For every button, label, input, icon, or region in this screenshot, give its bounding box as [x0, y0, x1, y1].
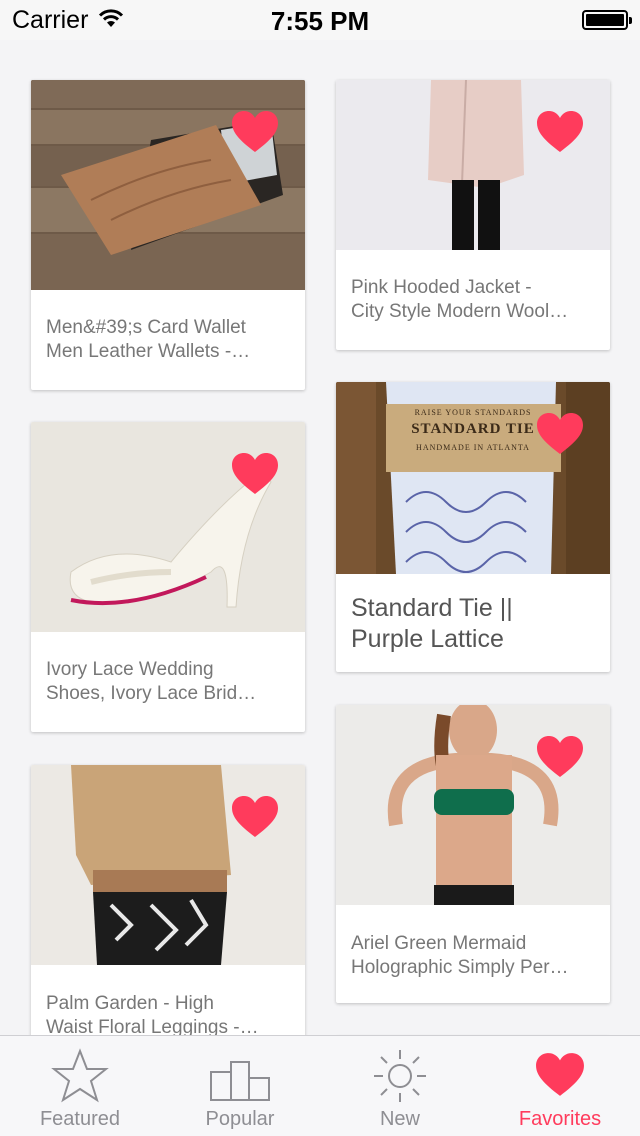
tab-favorites[interactable]: Favorites: [480, 1036, 640, 1136]
product-title: Pink Hooded Jacket - City Style Modern W…: [351, 277, 569, 322]
product-card[interactable]: Ariel Green Mermaid Holographic Simply P…: [336, 705, 610, 1003]
tab-new[interactable]: New: [320, 1036, 480, 1136]
heart-icon[interactable]: [231, 795, 279, 839]
product-feed[interactable]: Men&#39;s Card Wallet Men Leather Wallet…: [0, 40, 640, 1036]
heart-icon[interactable]: [536, 412, 584, 456]
product-title: Standard Tie || Purple Lattice: [351, 594, 513, 653]
tab-label: Popular: [205, 1108, 275, 1130]
star-icon: [51, 1048, 109, 1103]
heart-icon[interactable]: [536, 735, 584, 779]
product-card[interactable]: Men&#39;s Card Wallet Men Leather Wallet…: [31, 80, 305, 390]
status-bar: Carrier 7:55 PM: [0, 0, 640, 40]
sun-icon: [374, 1050, 426, 1102]
product-image[interactable]: [336, 705, 610, 905]
product-card[interactable]: Pink Hooded Jacket - City Style Modern W…: [336, 80, 610, 350]
product-title: Men&#39;s Card Wallet Men Leather Wallet…: [46, 317, 251, 362]
tie-label: RAISE YOUR STANDARDS STANDARD TIE HANDMA…: [411, 408, 535, 452]
heart-icon[interactable]: [231, 452, 279, 496]
product-title: Ariel Green Mermaid Holographic Simply P…: [351, 933, 569, 978]
tab-featured[interactable]: Featured: [0, 1036, 160, 1136]
product-image[interactable]: [31, 765, 305, 965]
clock: 7:55 PM: [270, 6, 370, 36]
heart-icon: [536, 1053, 584, 1096]
product-image[interactable]: [336, 80, 610, 250]
tab-bar: Featured Popular New Favorites: [0, 1035, 640, 1136]
tab-popular[interactable]: Popular: [160, 1036, 320, 1136]
tab-label: Featured: [39, 1108, 121, 1130]
heart-icon[interactable]: [536, 110, 584, 154]
podium-icon: [210, 1061, 270, 1101]
product-card[interactable]: Ivory Lace Wedding Shoes, Ivory Lace Bri…: [31, 422, 305, 732]
product-card[interactable]: RAISE YOUR STANDARDS STANDARD TIE HANDMA…: [336, 382, 610, 672]
product-image[interactable]: RAISE YOUR STANDARDS STANDARD TIE HANDMA…: [336, 382, 610, 574]
product-image[interactable]: [31, 80, 305, 290]
battery-icon: [582, 10, 632, 30]
tab-label: New: [379, 1108, 420, 1130]
product-card[interactable]: Palm Garden - High Waist Floral Leggings…: [31, 765, 305, 1036]
tab-label: Favorites: [518, 1108, 602, 1130]
product-image[interactable]: [31, 422, 305, 632]
product-title: Ivory Lace Wedding Shoes, Ivory Lace Bri…: [46, 659, 257, 704]
heart-icon[interactable]: [231, 110, 279, 154]
product-title: Palm Garden - High Waist Floral Leggings…: [46, 993, 259, 1036]
